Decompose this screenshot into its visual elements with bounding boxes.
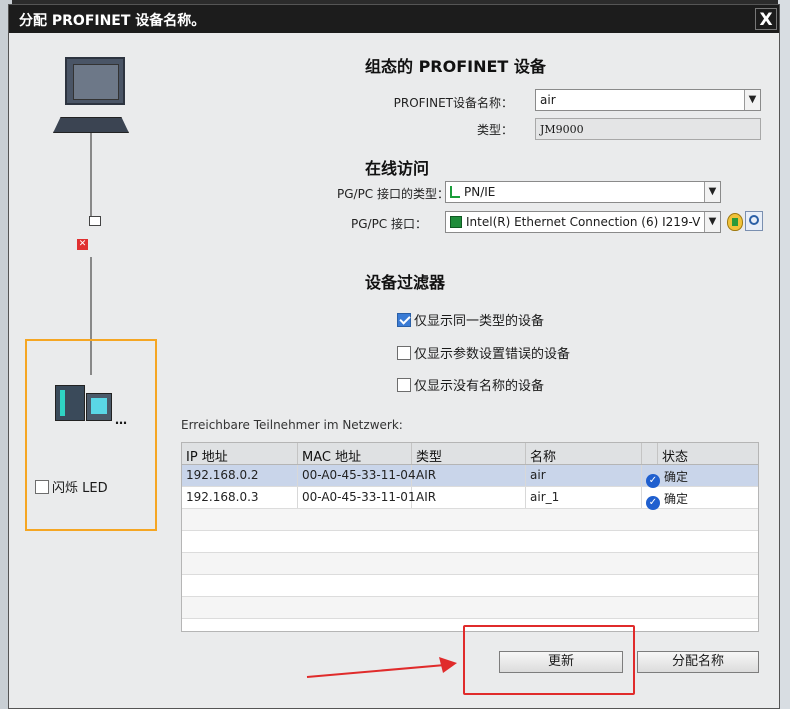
dialog-title: 分配 PROFINET 设备名称。 [9,5,779,33]
device-name-value: air [540,93,556,107]
column-header-status[interactable]: 状态 [658,443,758,465]
device-type-field: JM9000 [535,118,761,140]
column-header-name[interactable]: 名称 [526,443,642,465]
table-row[interactable]: 192.168.0.3 00-A0-45-33-11-01 AIR air_1 … [182,487,758,510]
table-header: IP 地址 MAC 地址 类型 名称 状态 [182,443,758,465]
cell-mac: 00-A0-45-33-11-04 [298,465,416,486]
status-text: 确定 [664,492,689,506]
table-row-empty [182,509,758,531]
network-cable-line [90,133,92,218]
device-filter-heading: 设备过滤器 [365,273,446,292]
check-circle-icon: ✓ [646,474,660,488]
pc-monitor-icon [65,57,125,105]
status-text: 确定 [664,470,689,484]
flash-led-box[interactable] [35,480,49,494]
close-button[interactable]: X [755,8,777,30]
check-circle-icon: ✓ [646,496,660,510]
cell-type: AIR [412,465,526,486]
device-highlight-box [25,339,157,531]
column-header-ip[interactable]: IP 地址 [182,443,298,465]
assign-name-button[interactable]: 分配名称 [637,651,759,673]
search-icon [749,215,759,225]
flash-led-label: 闪烁 LED [52,481,108,496]
filter-param-error[interactable]: 仅显示参数设置错误的设备 [397,343,570,362]
connection-error-icon: ✕ [77,239,88,250]
chevron-down-icon[interactable]: ▼ [704,182,720,202]
filter-no-name-label: 仅显示没有名称的设备 [414,379,545,394]
annotation-arrow-icon [306,657,457,678]
filter-no-name-box[interactable] [397,378,411,392]
table-row[interactable]: 192.168.0.2 00-A0-45-33-11-04 AIR air ✓ 确… [182,465,758,488]
more-dots-icon: … [115,413,127,427]
device-type-label: 类型： [476,123,513,137]
interface-select[interactable]: Intel(R) Ethernet Connection (6) I219-V … [445,211,721,233]
interface-value: Intel(R) Ethernet Connection (6) I219-V [466,215,701,229]
filter-same-type-box[interactable] [397,313,411,327]
table-row-empty [182,575,758,597]
diagnostics-button[interactable] [745,211,763,231]
annotation-highlight-box [463,625,635,695]
assign-name-dialog: 分配 PROFINET 设备名称。 X ✕ … 闪烁 LED 组态的 PROFI… [8,4,780,709]
shield-icon[interactable] [727,213,743,231]
pn-ie-icon [450,186,460,198]
table-row-empty [182,597,758,619]
online-access-heading: 在线访问 [365,159,430,178]
filter-param-error-label: 仅显示参数设置错误的设备 [414,347,571,362]
table-row-empty [182,531,758,553]
cell-ip: 192.168.0.2 [182,465,298,486]
device-module-icon [55,385,85,421]
device-screen-icon [86,393,112,421]
chevron-down-icon[interactable]: ▼ [704,212,720,232]
filter-same-type[interactable]: 仅显示同一类型的设备 [397,310,544,329]
device-name-select[interactable]: air ▼ [535,89,761,111]
cell-status: ✓ 确定 [642,487,758,510]
device-name-label: PROFINET设备名称： [393,96,513,110]
interface-type-value: PN/IE [464,185,496,199]
interface-label: PG/PC 接口： [350,217,427,231]
filter-same-type-label: 仅显示同一类型的设备 [414,314,545,329]
column-header-mac[interactable]: MAC 地址 [298,443,412,465]
configured-device-heading: 组态的 PROFINET 设备 [365,57,546,76]
filter-no-name[interactable]: 仅显示没有名称的设备 [397,375,544,394]
column-header-type[interactable]: 类型 [412,443,526,465]
cell-status: ✓ 确定 [642,465,758,488]
interface-type-select[interactable]: PN/IE ▼ [445,181,721,203]
table-row-empty [182,553,758,575]
cell-name: air [526,465,642,486]
cell-mac: 00-A0-45-33-11-01 [298,487,416,508]
network-devices-table: IP 地址 MAC 地址 类型 名称 状态 192.168.0.2 00-A0-… [181,442,759,632]
cell-name: air_1 [526,487,642,508]
filter-param-error-box[interactable] [397,346,411,360]
pc-keyboard-icon [53,117,129,133]
column-header-spacer [642,443,658,464]
network-card-icon [450,216,462,228]
cell-type: AIR [412,487,526,508]
cell-ip: 192.168.0.3 [182,487,298,508]
network-port-icon [89,216,101,226]
network-caption: Erreichbare Teilnehmer im Netzwerk: [181,418,403,432]
flash-led-checkbox[interactable]: 闪烁 LED [35,477,108,496]
chevron-down-icon[interactable]: ▼ [744,90,760,110]
interface-type-label: PG/PC 接口的类型： [336,187,449,201]
